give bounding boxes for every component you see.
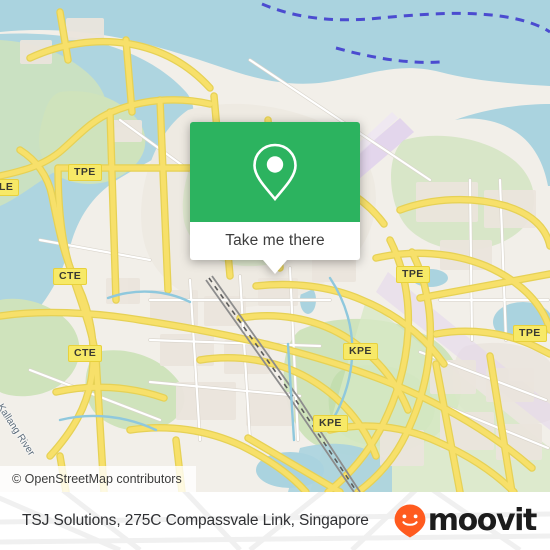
location-title: TSJ Solutions, 275C Compassvale Link, Si…	[22, 512, 369, 529]
osm-attribution[interactable]: © OpenStreetMap contributors	[0, 466, 196, 492]
shield-kpe-2: KPE	[313, 415, 348, 432]
location-popup-card[interactable]: Take me there	[190, 122, 360, 274]
take-me-there-button[interactable]: Take me there	[190, 222, 360, 260]
shield-kpe-1: KPE	[343, 343, 378, 360]
shield-tpe-2: TPE	[396, 266, 430, 283]
shield-sle-partial: LE	[0, 179, 20, 196]
map-canvas[interactable]: LE TPE CTE CTE TPE TPE KPE KPE Kallang R…	[0, 0, 550, 492]
shield-tpe-3: TPE	[513, 325, 547, 342]
location-pin-icon	[253, 143, 297, 202]
moovit-smiley-pin-icon	[394, 504, 426, 538]
moovit-map-screenshot: LE TPE CTE CTE TPE TPE KPE KPE Kallang R…	[0, 0, 550, 550]
popup-image-area	[190, 122, 360, 222]
moovit-logo[interactable]: moovit	[393, 503, 538, 539]
popup-pointer-tail	[263, 260, 287, 274]
shield-cte-2: CTE	[68, 345, 103, 362]
footer-bar: TSJ Solutions, 275C Compassvale Link, Si…	[0, 492, 550, 550]
moovit-wordmark: moovit	[427, 503, 538, 538]
shield-tpe-1: TPE	[68, 164, 102, 181]
shield-cte-1: CTE	[53, 268, 88, 285]
